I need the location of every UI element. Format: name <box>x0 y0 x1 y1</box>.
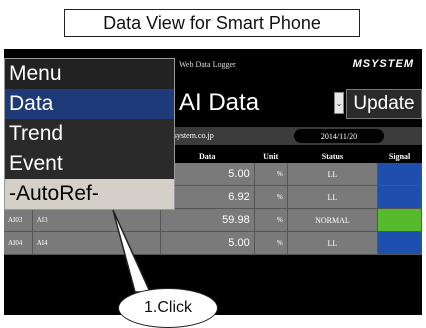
menu-title: Menu <box>5 59 174 89</box>
page-select-dropdown[interactable]: ⌄ <box>334 92 344 114</box>
callout-bubble: 1.Click <box>118 288 218 328</box>
row-status: LL <box>287 163 379 186</box>
signal-indicator <box>377 185 422 209</box>
row-name: AI4 <box>32 231 161 255</box>
chevron-down-icon: ⌄ <box>335 98 343 108</box>
col-status-header: Status <box>287 149 378 163</box>
callout-text: 1.Click <box>143 299 192 316</box>
signal-indicator <box>377 231 422 255</box>
col-unit-header: Unit <box>254 149 288 163</box>
row-unit: % <box>254 231 288 255</box>
row-tag: AI03 <box>4 208 33 232</box>
update-button[interactable]: Update <box>346 89 422 119</box>
row-unit: % <box>254 208 288 232</box>
row-unit: % <box>254 163 288 186</box>
row-status: LL <box>287 185 379 209</box>
signal-indicator <box>377 163 422 186</box>
col-signal-header: Signal <box>377 149 422 163</box>
table-row[interactable]: AI04 AI4 5.00 % LL <box>4 231 422 255</box>
logger-label: Web Data Logger <box>179 60 236 69</box>
brand-logo: MSYSTEM <box>352 58 414 70</box>
update-button-label: Update <box>353 93 415 114</box>
row-data: 5.00 <box>160 231 255 255</box>
table-row[interactable]: AI03 AI3 59.98 % NORMAL <box>4 208 422 232</box>
row-status: LL <box>287 231 379 255</box>
row-status: NORMAL <box>287 208 379 232</box>
signal-indicator <box>377 208 422 232</box>
menu-item-data[interactable]: Data <box>5 89 174 119</box>
menu-item-autoref[interactable]: -AutoRef- <box>5 179 174 209</box>
page-title: AI Data <box>179 89 260 116</box>
row-unit: % <box>254 185 288 209</box>
menu-item-trend[interactable]: Trend <box>5 119 174 149</box>
caption-box: Data View for Smart Phone <box>64 9 360 37</box>
row-data: 59.98 <box>160 208 255 232</box>
caption-text: Data View for Smart Phone <box>103 12 321 33</box>
row-tag: AI04 <box>4 231 33 255</box>
menu-dropdown: Menu Data Trend Event -AutoRef- <box>4 58 175 210</box>
menu-item-event[interactable]: Event <box>5 149 174 179</box>
row-name: AI3 <box>32 208 161 232</box>
date-badge: 2014/11/20 <box>294 129 384 143</box>
date-text: 2014/11/20 <box>320 131 358 141</box>
